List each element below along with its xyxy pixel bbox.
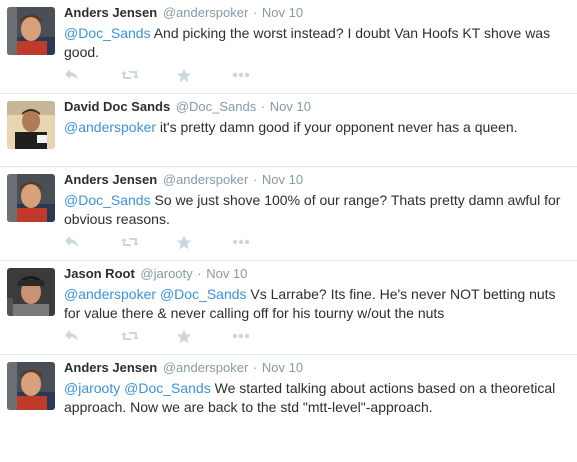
- reply-button[interactable]: [64, 234, 120, 250]
- reply-button[interactable]: [64, 328, 120, 344]
- tweet-text: @anderspoker @Doc_Sands Vs Larrabe? Its …: [64, 285, 567, 323]
- separator-dot: ·: [257, 99, 269, 114]
- user-name[interactable]: Anders Jensen: [64, 172, 157, 187]
- tweet[interactable]: Anders Jensen @anderspoker · Nov 10 @jaro…: [0, 355, 577, 428]
- tweet[interactable]: Anders Jensen @anderspoker · Nov 10 @Doc_…: [0, 167, 577, 261]
- favorite-button[interactable]: [176, 67, 232, 83]
- avatar[interactable]: [7, 101, 55, 149]
- retweet-button[interactable]: [120, 67, 176, 83]
- tweet-actions: [64, 234, 288, 250]
- retweet-icon: [120, 68, 140, 82]
- avatar[interactable]: [7, 7, 55, 55]
- tweet-text: @Doc_Sands So we just shove 100% of our …: [64, 191, 567, 229]
- avatar[interactable]: [7, 174, 55, 222]
- user-handle[interactable]: @anderspoker: [163, 172, 248, 187]
- tweet-header: Anders Jensen @anderspoker · Nov 10: [64, 167, 567, 189]
- tweet-timeline: Anders Jensen @anderspoker · Nov 10 @Doc_…: [0, 0, 577, 428]
- separator-dot: ·: [249, 5, 261, 20]
- user-name[interactable]: Anders Jensen: [64, 5, 157, 20]
- more-button[interactable]: [232, 234, 288, 250]
- favorite-icon: [176, 235, 192, 250]
- tweet[interactable]: Jason Root @jarooty · Nov 10 @anderspoker…: [0, 261, 577, 355]
- mention-link[interactable]: @Doc_Sands: [124, 380, 211, 396]
- more-button[interactable]: [232, 328, 288, 344]
- tweet-actions: [64, 67, 288, 83]
- separator-dot: ·: [193, 266, 206, 281]
- tweet-header: Anders Jensen @anderspoker · Nov 10: [64, 0, 567, 22]
- tweet-text: @anderspoker it's pretty damn good if yo…: [64, 118, 567, 137]
- more-icon: [232, 333, 250, 339]
- retweet-button[interactable]: [120, 234, 176, 250]
- separator-dot: ·: [249, 360, 261, 375]
- retweet-icon: [120, 235, 140, 249]
- user-name[interactable]: Jason Root: [64, 266, 135, 281]
- mention-link[interactable]: @jarooty: [64, 380, 120, 396]
- retweet-button[interactable]: [120, 328, 176, 344]
- tweet-timestamp[interactable]: Nov 10: [206, 266, 247, 281]
- more-icon: [232, 72, 250, 78]
- tweet-text-segment: it's pretty damn good if your opponent n…: [156, 119, 518, 135]
- tweet-text: @Doc_Sands And picking the worst instead…: [64, 24, 567, 62]
- avatar[interactable]: [7, 268, 55, 316]
- user-handle[interactable]: @jarooty: [140, 266, 192, 281]
- mention-link[interactable]: @anderspoker: [64, 286, 156, 302]
- reply-icon: [64, 68, 80, 82]
- mention-link[interactable]: @anderspoker: [64, 119, 156, 135]
- favorite-icon: [176, 68, 192, 83]
- user-handle[interactable]: @Doc_Sands: [176, 99, 256, 114]
- reply-icon: [64, 329, 80, 343]
- mention-link[interactable]: @Doc_Sands: [64, 192, 151, 208]
- favorite-button[interactable]: [176, 328, 232, 344]
- tweet-timestamp[interactable]: Nov 10: [262, 5, 303, 20]
- tweet-timestamp[interactable]: Nov 10: [270, 99, 311, 114]
- tweet[interactable]: David Doc Sands @Doc_Sands · Nov 10 @ande…: [0, 94, 577, 167]
- reply-button[interactable]: [64, 67, 120, 83]
- user-handle[interactable]: @anderspoker: [163, 360, 248, 375]
- user-handle[interactable]: @anderspoker: [163, 5, 248, 20]
- tweet-actions: [64, 328, 288, 344]
- more-button[interactable]: [232, 67, 288, 83]
- mention-link[interactable]: @Doc_Sands: [160, 286, 247, 302]
- user-name[interactable]: Anders Jensen: [64, 360, 157, 375]
- favorite-icon: [176, 329, 192, 344]
- tweet-header: Anders Jensen @anderspoker · Nov 10: [64, 355, 567, 377]
- tweet-timestamp[interactable]: Nov 10: [262, 360, 303, 375]
- more-icon: [232, 239, 250, 245]
- user-name[interactable]: David Doc Sands: [64, 99, 170, 114]
- tweet-header: David Doc Sands @Doc_Sands · Nov 10: [64, 94, 567, 116]
- separator-dot: ·: [249, 172, 261, 187]
- avatar[interactable]: [7, 362, 55, 410]
- tweet-header: Jason Root @jarooty · Nov 10: [64, 261, 567, 283]
- tweet-text: @jarooty @Doc_Sands We started talking a…: [64, 379, 567, 417]
- retweet-icon: [120, 329, 140, 343]
- tweet[interactable]: Anders Jensen @anderspoker · Nov 10 @Doc_…: [0, 0, 577, 94]
- mention-link[interactable]: @Doc_Sands: [64, 25, 151, 41]
- reply-icon: [64, 235, 80, 249]
- favorite-button[interactable]: [176, 234, 232, 250]
- tweet-timestamp[interactable]: Nov 10: [262, 172, 303, 187]
